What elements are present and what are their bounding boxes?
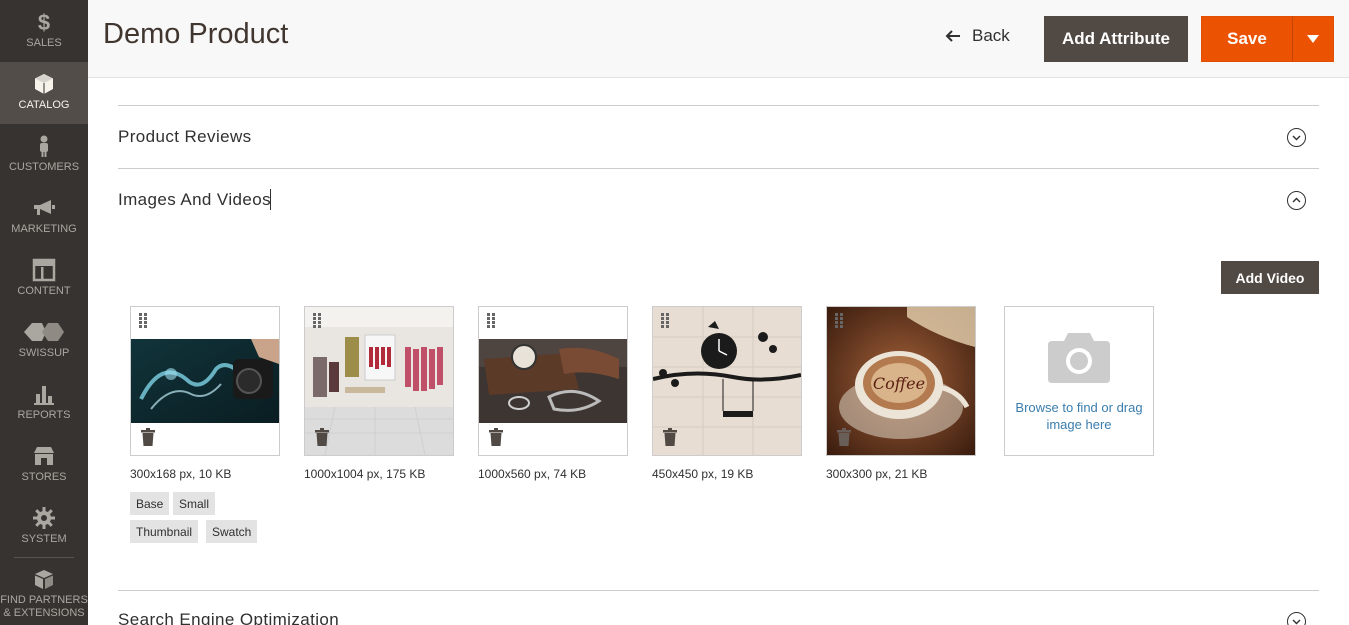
nav-label-content: CONTENT xyxy=(17,285,71,297)
upload-instructions-link[interactable]: Browse to find or drag image here xyxy=(1005,399,1153,433)
product-image xyxy=(131,339,279,423)
nav-item-customers[interactable]: CUSTOMERS xyxy=(0,124,88,186)
drag-handle-icon[interactable] xyxy=(487,313,497,328)
drag-handle-icon[interactable] xyxy=(835,313,845,328)
back-button-label: Back xyxy=(972,26,1010,45)
section-title-seo[interactable]: Search Engine Optimization xyxy=(118,610,339,625)
nav-label-find-partners: FIND PARTNERS & EXTENSIONS xyxy=(0,594,88,619)
page-title: Demo Product xyxy=(103,18,289,50)
nav-item-swissup[interactable]: SWISSUP xyxy=(0,310,88,372)
chevron-down-icon xyxy=(1307,35,1319,43)
image-tile[interactable]: Coffee xyxy=(826,306,976,456)
nav-label-marketing: MARKETING xyxy=(11,223,77,235)
nav-label-swissup: SWISSUP xyxy=(18,347,70,359)
cube-icon xyxy=(35,74,53,94)
image-tile[interactable] xyxy=(478,306,628,456)
image-meta: 300x168 px, 10 KB xyxy=(130,467,232,481)
section-divider xyxy=(118,105,1319,106)
layout-icon xyxy=(32,258,56,282)
trash-icon[interactable] xyxy=(315,428,329,446)
drag-handle-icon[interactable] xyxy=(313,313,323,328)
section-title-product-reviews[interactable]: Product Reviews xyxy=(118,127,252,147)
product-image xyxy=(479,339,627,423)
nav-item-reports[interactable]: REPORTS xyxy=(0,372,88,434)
nav-label-reports: REPORTS xyxy=(17,409,71,421)
nav-item-find-partners[interactable]: FIND PARTNERS & EXTENSIONS xyxy=(0,562,88,625)
image-tile[interactable] xyxy=(130,306,280,456)
trash-icon[interactable] xyxy=(837,428,851,446)
dollar-icon: $ xyxy=(38,10,50,34)
nav-item-stores[interactable]: STORES xyxy=(0,434,88,496)
role-badge-base: Base xyxy=(130,492,170,515)
image-meta: 450x450 px, 19 KB xyxy=(652,467,754,481)
trash-icon[interactable] xyxy=(489,428,503,446)
bar-chart-icon xyxy=(34,386,54,405)
trash-icon[interactable] xyxy=(663,428,677,446)
person-icon xyxy=(40,135,48,157)
nav-label-sales: SALES xyxy=(26,37,62,49)
image-upload-dropzone[interactable]: Browse to find or drag image here xyxy=(1004,306,1154,456)
image-tile[interactable] xyxy=(304,306,454,456)
add-attribute-button[interactable]: Add Attribute xyxy=(1044,16,1188,62)
nav-label-stores: STORES xyxy=(21,471,67,483)
image-meta: 300x300 px, 21 KB xyxy=(826,467,928,481)
nav-item-sales[interactable]: $ SALES xyxy=(0,0,88,62)
boxes-icon xyxy=(35,570,53,589)
nav-item-system[interactable]: SYSTEM xyxy=(0,496,88,558)
swissup-icon xyxy=(24,323,64,341)
section-title-images-videos[interactable]: Images And Videos xyxy=(118,190,271,210)
nav-item-marketing[interactable]: MARKETING xyxy=(0,186,88,248)
nav-label-system: SYSTEM xyxy=(21,533,67,545)
nav-label-customers: CUSTOMERS xyxy=(8,161,80,173)
camera-icon xyxy=(1048,333,1110,383)
image-tile[interactable] xyxy=(652,306,802,456)
nav-label-catalog: CATALOG xyxy=(18,99,70,111)
save-button[interactable]: Save xyxy=(1201,16,1293,62)
nav-item-catalog[interactable]: CATALOG xyxy=(0,62,88,124)
expand-chevron-icon[interactable] xyxy=(1287,612,1306,625)
section-divider xyxy=(118,168,1319,169)
trash-icon[interactable] xyxy=(141,428,155,446)
text-cursor xyxy=(270,189,271,210)
back-button[interactable]: Back xyxy=(944,26,1010,46)
collapse-chevron-icon[interactable] xyxy=(1287,191,1306,210)
page-header: Demo Product Back Add Attribute Save xyxy=(88,0,1349,78)
role-badge-thumbnail: Thumbnail xyxy=(130,520,199,543)
image-meta: 1000x1004 px, 175 KB xyxy=(304,467,426,481)
add-video-button[interactable]: Add Video xyxy=(1221,261,1319,294)
svg-text:Coffee: Coffee xyxy=(873,374,925,393)
store-icon xyxy=(34,447,54,465)
admin-sidebar: $ SALES CATALOG CUSTOMERS MARKETING CONT… xyxy=(0,0,88,625)
section-divider xyxy=(118,590,1319,591)
image-meta: 1000x560 px, 74 KB xyxy=(478,467,587,481)
gear-icon xyxy=(33,507,55,529)
expand-chevron-icon[interactable] xyxy=(1287,128,1306,147)
svg-text:$: $ xyxy=(38,10,50,34)
nav-divider xyxy=(14,557,74,558)
drag-handle-icon[interactable] xyxy=(139,313,149,328)
role-badge-small: Small xyxy=(173,492,216,515)
role-badge-swatch: Swatch xyxy=(206,520,258,543)
arrow-left-icon xyxy=(945,30,960,42)
megaphone-icon xyxy=(34,200,55,215)
save-options-toggle[interactable] xyxy=(1292,16,1334,62)
nav-item-content[interactable]: CONTENT xyxy=(0,248,88,310)
drag-handle-icon[interactable] xyxy=(661,313,671,328)
